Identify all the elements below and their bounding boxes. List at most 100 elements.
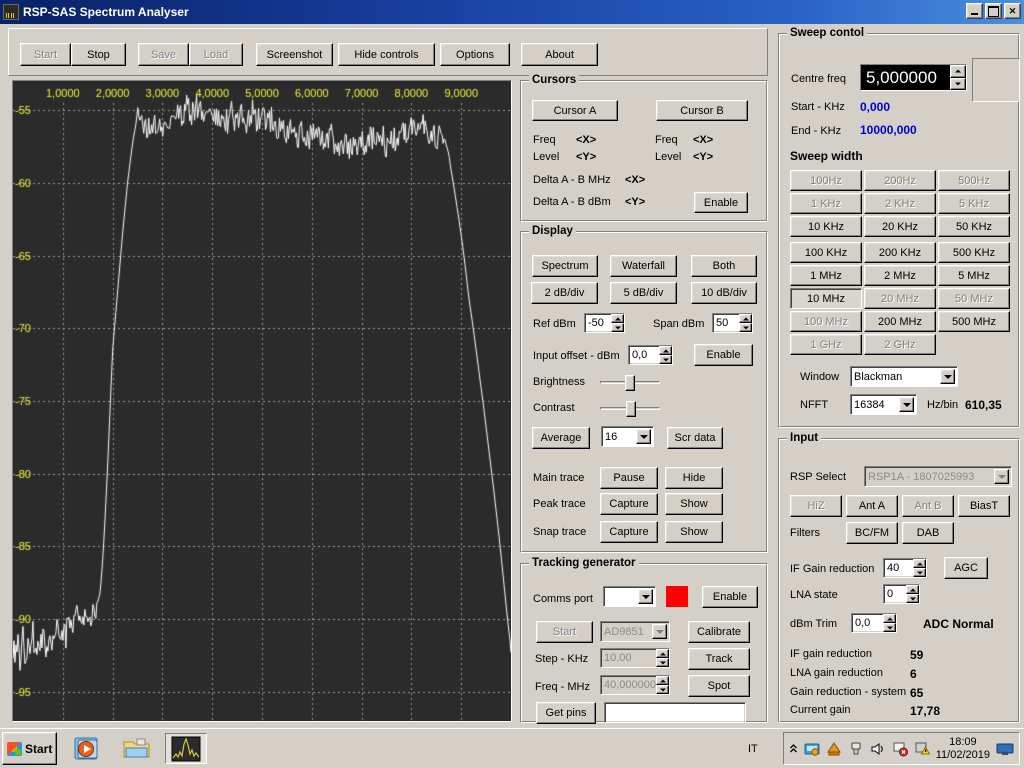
sweep-width-1-khz-button[interactable]: 1 KHz <box>790 193 862 214</box>
peak-trace-capture-button[interactable]: Capture <box>600 493 658 515</box>
lna-state-spinner[interactable] <box>906 585 919 603</box>
comms-port-select[interactable] <box>603 586 656 607</box>
input-offset-spinner[interactable] <box>659 346 672 364</box>
window-select[interactable]: Blackman <box>850 366 958 387</box>
start-button[interactable]: Start <box>20 43 71 66</box>
network-tray-icon[interactable] <box>804 741 820 757</box>
input-ant-b-button[interactable]: Ant B <box>902 495 954 517</box>
hide-controls-button[interactable]: Hide controls <box>338 43 435 66</box>
sweep-width-500-khz-button[interactable]: 500 KHz <box>938 242 1010 263</box>
sweep-width-1-ghz-button[interactable]: 1 GHz <box>790 334 862 355</box>
filter-bcfm-button[interactable]: BC/FM <box>846 522 898 544</box>
main-trace-pause-button[interactable]: Pause <box>600 467 658 489</box>
sweep-width-10-khz-button[interactable]: 10 KHz <box>790 216 862 237</box>
load-button[interactable]: Load <box>189 43 243 66</box>
sweep-width-200-mhz-button[interactable]: 200 MHz <box>864 311 936 332</box>
warning-tray-icon[interactable] <box>914 741 931 757</box>
sweep-width-100hz-button[interactable]: 100Hz <box>790 170 862 191</box>
taskbar-explorer-icon[interactable] <box>116 733 158 764</box>
cursors-enable-button[interactable]: Enable <box>694 192 748 213</box>
snap-trace-show-button[interactable]: Show <box>665 521 723 543</box>
both-mode-button[interactable]: Both <box>691 255 757 277</box>
centre-freq-spinner[interactable] <box>950 65 966 90</box>
clock[interactable]: 18:09 11/02/2019 <box>936 736 990 762</box>
input-offset-field[interactable]: 0,0 <box>628 345 673 365</box>
chevron-down-icon[interactable] <box>899 397 914 412</box>
peak-trace-show-button[interactable]: Show <box>665 493 723 515</box>
average-select[interactable]: 16 <box>601 426 654 447</box>
if-gain-reduction-spinner[interactable] <box>913 559 926 577</box>
calibrate-button[interactable]: Calibrate <box>688 621 750 643</box>
waterfall-mode-button[interactable]: Waterfall <box>610 255 677 277</box>
rsp-select-dropdown[interactable]: RSP1A - 1807025993 <box>864 466 1012 487</box>
sweep-width-10-mhz-button[interactable]: 10 MHz <box>790 288 862 309</box>
flag-error-tray-icon[interactable] <box>892 741 908 757</box>
sweep-width-500-mhz-button[interactable]: 500 MHz <box>938 311 1010 332</box>
lna-state-field[interactable]: 0 <box>883 584 920 604</box>
usb-tray-icon[interactable] <box>848 741 864 757</box>
input-biast-button[interactable]: BiasT <box>958 495 1010 517</box>
spectrum-plot-container[interactable] <box>12 80 512 722</box>
cursor-b-button[interactable]: Cursor B <box>656 100 748 121</box>
options-button[interactable]: Options <box>440 43 510 66</box>
span-dbm-field[interactable]: 50 <box>712 313 753 333</box>
sweep-width-2-mhz-button[interactable]: 2 MHz <box>864 265 936 286</box>
dbm-trim-spinner[interactable] <box>883 614 896 632</box>
sweep-width-50-khz-button[interactable]: 50 KHz <box>938 216 1010 237</box>
sweep-width-20-mhz-button[interactable]: 20 MHz <box>864 288 936 309</box>
input-ant-a-button[interactable]: Ant A <box>846 495 898 517</box>
sweep-width-2-ghz-button[interactable]: 2 GHz <box>864 334 936 355</box>
average-button[interactable]: Average <box>532 427 590 449</box>
update-tray-icon[interactable] <box>826 741 842 757</box>
tracking-generator-enable-button[interactable]: Enable <box>702 586 758 608</box>
sweep-width-5-khz-button[interactable]: 5 KHz <box>938 193 1010 214</box>
sweep-width-200-khz-button[interactable]: 200 KHz <box>864 242 936 263</box>
scale-10db-button[interactable]: 10 dB/div <box>691 282 757 304</box>
show-desktop-icon[interactable] <box>996 741 1014 757</box>
spectrum-plot-canvas[interactable] <box>13 81 511 721</box>
get-pins-button[interactable]: Get pins <box>536 702 596 724</box>
span-dbm-spinner[interactable] <box>739 314 752 332</box>
chevron-down-icon[interactable] <box>994 469 1009 484</box>
if-gain-reduction-field[interactable]: 40 <box>883 558 927 578</box>
save-button[interactable]: Save <box>138 43 189 66</box>
sweep-width-500hz-button[interactable]: 500Hz <box>938 170 1010 191</box>
centre-freq-field[interactable]: 5,000000 <box>860 64 967 91</box>
sweep-width-100-khz-button[interactable]: 100 KHz <box>790 242 862 263</box>
language-indicator[interactable]: IT <box>748 743 758 755</box>
dbm-trim-field[interactable]: 0,0 <box>851 613 897 633</box>
taskbar-spectrum-icon[interactable] <box>165 733 207 764</box>
start-button[interactable]: Start <box>2 732 57 765</box>
get-pins-field[interactable] <box>604 702 746 723</box>
scale-2db-button[interactable]: 2 dB/div <box>531 282 598 304</box>
sweep-width-50-mhz-button[interactable]: 50 MHz <box>938 288 1010 309</box>
tracking-generator-start-button[interactable]: Start <box>536 621 593 643</box>
input-offset-enable-button[interactable]: Enable <box>694 344 753 366</box>
about-button[interactable]: About <box>521 43 598 66</box>
nfft-select[interactable]: 16384 <box>850 394 917 415</box>
sweep-width-20-khz-button[interactable]: 20 KHz <box>864 216 936 237</box>
snap-trace-capture-button[interactable]: Capture <box>600 521 658 543</box>
volume-tray-icon[interactable] <box>870 741 886 757</box>
main-trace-hide-button[interactable]: Hide <box>665 467 723 489</box>
scr-data-button[interactable]: Scr data <box>667 427 723 449</box>
chevron-down-icon[interactable] <box>940 369 955 384</box>
sweep-width-5-mhz-button[interactable]: 5 MHz <box>938 265 1010 286</box>
taskbar-media-player-icon[interactable] <box>66 733 108 764</box>
agc-button[interactable]: AGC <box>944 557 988 579</box>
sweep-width-200hz-button[interactable]: 200Hz <box>864 170 936 191</box>
brightness-slider[interactable] <box>600 375 660 391</box>
sweep-width-1-mhz-button[interactable]: 1 MHz <box>790 265 862 286</box>
chevron-down-icon[interactable] <box>638 589 653 604</box>
cursor-a-button[interactable]: Cursor A <box>532 100 618 121</box>
minimize-button[interactable] <box>966 3 983 19</box>
spectrum-mode-button[interactable]: Spectrum <box>532 255 598 277</box>
stop-button[interactable]: Stop <box>71 43 126 66</box>
sweep-width-100-mhz-button[interactable]: 100 MHz <box>790 311 862 332</box>
spot-button[interactable]: Spot <box>688 675 750 697</box>
scale-5db-button[interactable]: 5 dB/div <box>610 282 677 304</box>
show-hidden-icons-chevron[interactable] <box>789 741 798 757</box>
ref-dbm-field[interactable]: -50 <box>584 313 625 333</box>
track-button[interactable]: Track <box>688 648 750 670</box>
close-button[interactable] <box>1004 3 1021 19</box>
